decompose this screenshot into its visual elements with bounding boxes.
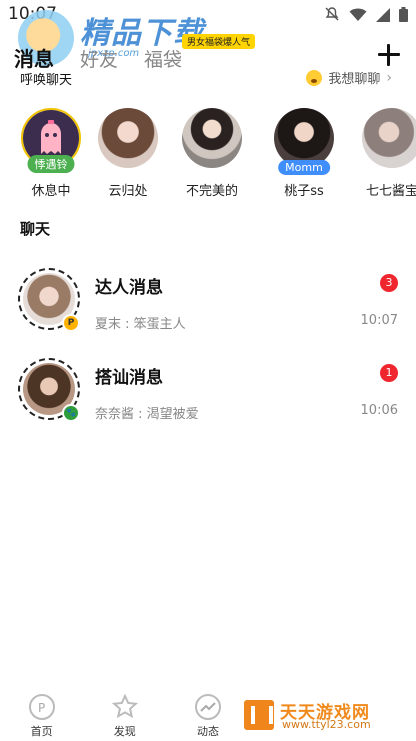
chat-preview: 夏末 : 笨蛋主人 — [95, 317, 186, 332]
nav-home[interactable]: P 首页 — [0, 690, 83, 741]
avatar-photo — [182, 108, 242, 168]
chat-preview: 奈奈酱 : 渴望被爱 — [95, 407, 199, 422]
recall-avatar-row: 悸遇铃 休息中 云归处 不完美的 Momm 桃子ss 七七酱宝 — [0, 108, 416, 203]
tab-promo-badge: 男女福袋爆人气 — [182, 34, 256, 49]
star-icon — [111, 693, 138, 720]
recall-avatar-item[interactable]: Momm 桃子ss — [268, 108, 340, 199]
status-bar: 10:07 — [0, 0, 416, 28]
avatar-name: 桃子ss — [284, 184, 324, 199]
vip-badge: P — [62, 314, 80, 332]
avatar: Momm — [274, 108, 334, 175]
tab-friends[interactable]: 好友 — [80, 45, 118, 72]
chat-row[interactable]: P 达人消息 3 夏末 : 笨蛋主人 10:07 — [0, 268, 416, 348]
avatar-photo — [274, 108, 334, 168]
want-chat-link[interactable]: 我想聊聊 › — [306, 68, 392, 87]
recall-avatar-item[interactable]: 云归处 — [92, 108, 164, 199]
avatar-name: 七七酱宝 — [365, 184, 416, 199]
avatar — [98, 108, 158, 168]
chat-name: 搭讪消息 — [95, 368, 163, 388]
avatar-name: 休息中 — [31, 184, 71, 199]
wifi-icon — [349, 7, 367, 26]
nav-label: 首页 — [30, 725, 53, 738]
nav-profile[interactable] — [333, 690, 416, 741]
avatar — [362, 108, 416, 168]
status-icons — [324, 6, 408, 26]
paw-badge-icon: 🐾 — [62, 404, 80, 422]
svg-text:P: P — [38, 701, 45, 715]
avatar-tag: 悸遇铃 — [27, 155, 75, 173]
surprised-face-icon — [306, 69, 323, 86]
avatar: 悸遇铃 — [21, 108, 81, 173]
unread-badge: 1 — [380, 364, 398, 382]
home-icon: P — [28, 694, 55, 720]
recall-avatar-item[interactable]: 悸遇铃 休息中 — [15, 108, 87, 199]
nav-discover[interactable]: 发现 — [83, 690, 166, 741]
chat-time: 10:06 — [360, 403, 398, 418]
recall-chat-title: 呼唤聊天 — [20, 73, 73, 88]
avatar-name: 不完美的 — [185, 184, 238, 199]
nav-messages[interactable] — [250, 690, 333, 741]
chat-name: 达人消息 — [95, 278, 163, 298]
unread-badge: 3 — [380, 274, 398, 292]
signal-icon — [376, 7, 390, 26]
nav-moments[interactable]: 动态 — [166, 690, 249, 741]
recall-avatar-item[interactable]: 不完美的 — [176, 108, 248, 199]
add-button[interactable] — [376, 42, 402, 68]
nav-label: 发现 — [113, 725, 136, 738]
trend-icon — [194, 694, 221, 720]
bottom-nav: P 首页 发现 动态 — [0, 690, 416, 741]
chat-section-title: 聊天 — [20, 220, 51, 238]
chat-time: 10:07 — [360, 313, 398, 328]
avatar-photo — [362, 108, 416, 168]
status-time: 10:07 — [8, 4, 57, 24]
avatar-tag: Momm — [278, 160, 330, 175]
avatar — [182, 108, 242, 168]
avatar-name: 云归处 — [108, 184, 148, 199]
tab-lucky-bag[interactable]: 福袋 — [144, 45, 182, 72]
avatar-photo — [98, 108, 158, 168]
nav-label: 动态 — [196, 725, 219, 738]
tab-messages[interactable]: 消息 — [14, 43, 54, 72]
battery-icon — [399, 6, 408, 26]
chevron-right-icon: › — [386, 69, 392, 86]
recall-avatar-item[interactable]: 七七酱宝 — [356, 108, 416, 199]
want-chat-label: 我想聊聊 — [328, 72, 381, 87]
mute-icon — [324, 6, 340, 26]
chat-row[interactable]: 🐾 搭讪消息 1 奈奈酱 : 渴望被爱 10:06 — [0, 358, 416, 438]
top-tabs: 消息 好友 福袋 — [14, 42, 208, 72]
